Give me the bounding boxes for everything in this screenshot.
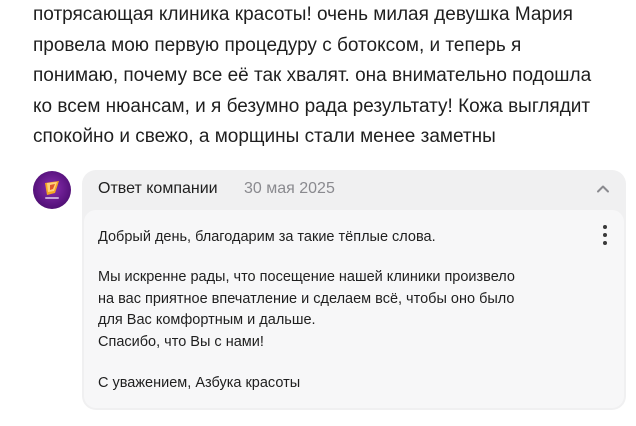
reply-author-label: Ответ компании <box>98 180 218 197</box>
reply-line: Мы искренне рады, что посещение нашей кл… <box>98 269 515 285</box>
vertical-dots-icon[interactable] <box>600 224 610 246</box>
reply-signature: С уважением, Азбука красоты <box>98 373 300 395</box>
reply-line: С уважением, Азбука красоты <box>98 375 301 391</box>
reply-line: для Вас комфортным и дальше. <box>98 312 316 328</box>
review-line: спокойно и свежо, а морщины стали менее … <box>33 126 496 147</box>
review-line: понимаю, почему все её так хвалят. она в… <box>33 65 592 86</box>
review-line: ко всем нюансам, и я безумно рада резуль… <box>33 95 591 117</box>
company-logo-icon <box>45 181 59 199</box>
review-line: потрясающая клиника красоты! очень милая… <box>33 4 573 25</box>
company-reply-card: Ответ компании 30 мая 2025 Добрый день, … <box>82 170 626 410</box>
reply-greeting: Добрый день, благодарим за такие тёплые … <box>98 227 436 249</box>
company-avatar[interactable] <box>33 171 71 209</box>
reply-line: Добрый день, благодарим за такие тёплые … <box>98 229 436 245</box>
reply-line: Спасибо, что Вы с нами! <box>98 333 264 350</box>
reply-line: на вас приятное впечатление и сделаем вс… <box>98 290 515 307</box>
reply-date: 30 мая 2025 <box>244 180 335 197</box>
reply-main-text: Мы искренне рады, что посещение нашей кл… <box>98 267 515 353</box>
review-line: провела мою первую процедуру с ботоксом,… <box>33 34 522 56</box>
chevron-up-icon[interactable] <box>594 180 612 198</box>
reply-header[interactable]: Ответ компании 30 мая 2025 <box>82 170 626 208</box>
review-text: потрясающая клиника красоты! очень милая… <box>33 0 633 153</box>
reply-body: Добрый день, благодарим за такие тёплые … <box>84 210 624 408</box>
